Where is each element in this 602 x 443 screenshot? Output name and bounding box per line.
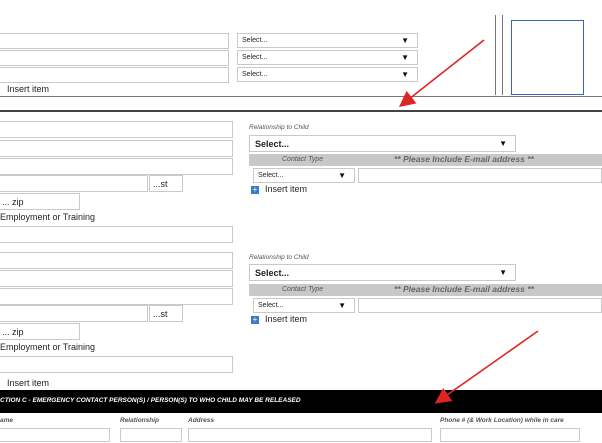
red-arrow-2 bbox=[434, 330, 539, 404]
red-arrow-1 bbox=[398, 39, 485, 107]
annotation-arrows bbox=[398, 39, 539, 404]
